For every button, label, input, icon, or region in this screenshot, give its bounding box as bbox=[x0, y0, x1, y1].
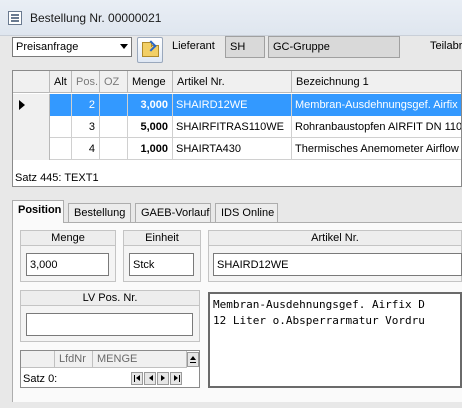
last-record-button[interactable] bbox=[170, 372, 182, 385]
cell-menge[interactable]: 5,000 bbox=[128, 116, 173, 138]
cell-artikel[interactable]: SHAIRTA430 bbox=[173, 138, 292, 160]
lvpos-input[interactable] bbox=[26, 313, 193, 336]
cell-pos[interactable]: 3 bbox=[72, 116, 100, 138]
next-record-button[interactable] bbox=[157, 372, 169, 385]
subgrid-record-label: Satz 0: bbox=[23, 373, 58, 385]
chevron-down-icon bbox=[120, 44, 128, 49]
column-header-artikel[interactable]: Artikel Nr. bbox=[173, 71, 292, 93]
cell-artikel[interactable]: SHAIRD12WE bbox=[173, 94, 292, 116]
cell-oz[interactable] bbox=[100, 116, 128, 138]
table-row[interactable]: 4 1,000 SHAIRTA430 Thermisches Anemomete… bbox=[13, 138, 461, 160]
cell-oz[interactable] bbox=[100, 94, 128, 116]
subgrid-header-menge[interactable]: MENGE bbox=[93, 351, 187, 368]
lfdnr-subgrid[interactable]: LfdNr MENGE Satz 0: bbox=[20, 350, 200, 388]
current-row-arrow-icon bbox=[19, 100, 25, 110]
lvpos-label: LV Pos. Nr. bbox=[20, 290, 200, 306]
einheit-input[interactable]: Stck bbox=[129, 253, 194, 276]
column-header-bezeichnung[interactable]: Bezeichnung 1 bbox=[292, 71, 461, 93]
teilabrechnung-label: Teilabr bbox=[430, 40, 462, 52]
menge-input[interactable]: 3,000 bbox=[26, 253, 109, 276]
subgrid-corner-header bbox=[21, 351, 55, 368]
artikel-label: Artikel Nr. bbox=[208, 230, 462, 246]
row-indicator[interactable] bbox=[13, 138, 50, 160]
first-record-button[interactable] bbox=[131, 372, 143, 385]
open-folder-button[interactable] bbox=[137, 37, 163, 63]
window-icon bbox=[8, 11, 22, 25]
tab-gaeb-vorlauf[interactable]: GAEB-Vorlauf bbox=[135, 203, 211, 223]
column-header-pos[interactable]: Pos. bbox=[72, 71, 100, 93]
cell-bezeichnung[interactable]: Membran-Ausdehnungsgef. Airfix D bbox=[292, 94, 461, 116]
memo-line: 12 Liter o.Absperrarmatur Vordru bbox=[213, 314, 425, 327]
column-header-alt[interactable]: Alt bbox=[50, 71, 72, 93]
einheit-label: Einheit bbox=[123, 230, 201, 246]
table-row[interactable]: 3 5,000 SHAIRFITRAS110WE Rohranbaustopfe… bbox=[13, 116, 461, 138]
cell-alt[interactable] bbox=[50, 138, 72, 160]
cell-bezeichnung[interactable]: Thermisches Anemometer Airflow T. bbox=[292, 138, 461, 160]
memo-line: Membran-Ausdehnungsgef. Airfix D bbox=[213, 298, 425, 311]
tab-strip: Position Bestellung GAEB-Vorlauf IDS Onl… bbox=[12, 200, 462, 223]
tab-position[interactable]: Position bbox=[12, 200, 64, 223]
table-row[interactable]: 2 3,000 SHAIRD12WE Membran-Ausdehnungsge… bbox=[13, 94, 461, 116]
cell-pos[interactable]: 2 bbox=[72, 94, 100, 116]
cell-alt[interactable] bbox=[50, 94, 72, 116]
menge-label: Menge bbox=[20, 230, 116, 246]
tab-bestellung[interactable]: Bestellung bbox=[68, 203, 131, 223]
lieferant-code-value: SH bbox=[230, 41, 246, 53]
cell-pos[interactable]: 4 bbox=[72, 138, 100, 160]
row-indicator[interactable] bbox=[13, 116, 50, 138]
row-indicator[interactable] bbox=[13, 94, 50, 116]
cell-artikel[interactable]: SHAIRFITRAS110WE bbox=[173, 116, 292, 138]
cell-menge[interactable]: 3,000 bbox=[128, 94, 173, 116]
previous-record-button[interactable] bbox=[144, 372, 156, 385]
title-bar: Bestellung Nr. 00000021 bbox=[0, 0, 462, 36]
cell-bezeichnung[interactable]: Rohranbaustopfen AIRFIT DN 110 bbox=[292, 116, 461, 138]
window-title: Bestellung Nr. 00000021 bbox=[30, 11, 162, 25]
lieferant-name-field: GC-Gruppe bbox=[268, 36, 400, 58]
positions-grid[interactable]: Alt Pos. OZ Menge Artikel Nr. Bezeichnun… bbox=[12, 70, 462, 187]
lieferant-name-value: GC-Gruppe bbox=[273, 41, 330, 53]
scroll-up-button[interactable] bbox=[187, 352, 199, 367]
lieferant-label: Lieferant bbox=[172, 40, 215, 52]
doc-type-select[interactable]: Preisanfrage bbox=[12, 37, 132, 57]
description-memo[interactable]: Membran-Ausdehnungsgef. Airfix D 12 Lite… bbox=[208, 292, 462, 388]
lieferant-code-field: SH bbox=[225, 36, 265, 58]
grid-status-text: Satz 445: TEXT1 bbox=[15, 172, 99, 184]
cell-alt[interactable] bbox=[50, 116, 72, 138]
cell-oz[interactable] bbox=[100, 138, 128, 160]
artikel-input[interactable]: SHAIRD12WE bbox=[213, 253, 462, 276]
doc-type-value: Preisanfrage bbox=[16, 41, 79, 53]
column-header-menge[interactable]: Menge bbox=[128, 71, 173, 93]
cell-menge[interactable]: 1,000 bbox=[128, 138, 173, 160]
grid-corner-header bbox=[13, 71, 50, 93]
tab-ids-online[interactable]: IDS Online bbox=[215, 203, 278, 223]
subgrid-header-lfdnr[interactable]: LfdNr bbox=[55, 351, 93, 368]
column-header-oz[interactable]: OZ bbox=[100, 71, 128, 93]
